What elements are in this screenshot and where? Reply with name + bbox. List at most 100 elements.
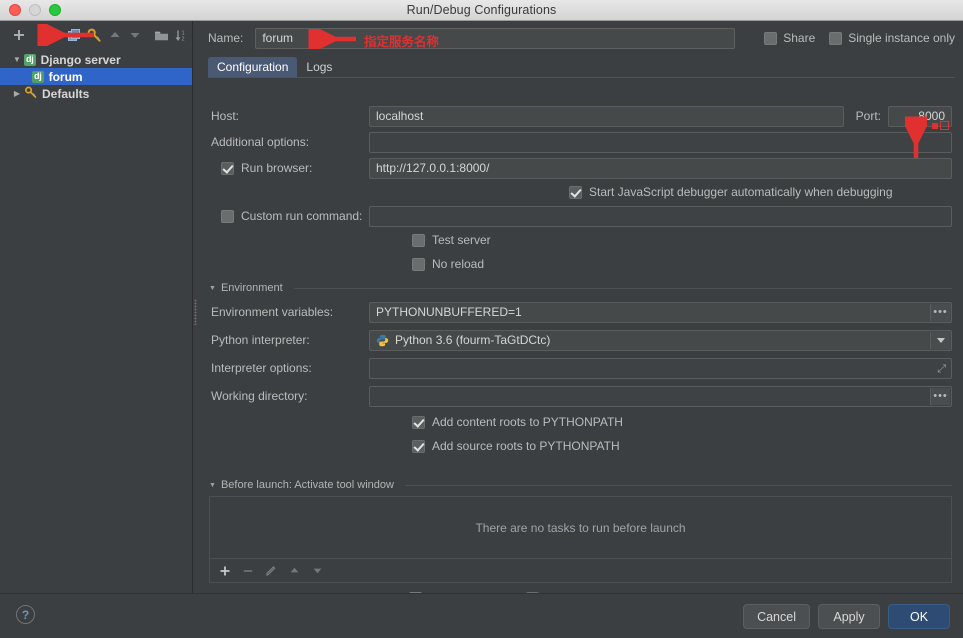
help-button[interactable]: ? — [16, 605, 35, 624]
tab-configuration[interactable]: Configuration — [208, 57, 297, 77]
section-divider — [405, 485, 952, 486]
checkbox-box[interactable] — [221, 162, 234, 175]
add-source-roots-checkbox[interactable]: Add source roots to PYTHONPATH — [412, 437, 620, 455]
working-directory-label: Working directory: — [211, 389, 369, 403]
checkbox-box[interactable] — [412, 416, 425, 429]
django-badge-icon: dj — [24, 54, 36, 66]
checkbox-box[interactable] — [412, 258, 425, 271]
no-reload-checkbox[interactable]: No reload — [412, 255, 484, 273]
name-label: Name: — [208, 31, 243, 45]
additional-options-row: Additional options: — [211, 131, 952, 153]
collapse-icon[interactable]: ▼ — [209, 482, 216, 489]
before-launch-task-list[interactable]: There are no tasks to run before launch — [209, 496, 952, 559]
ok-button[interactable]: OK — [888, 604, 950, 629]
environment-section-header[interactable]: ▼ Environment — [209, 281, 952, 295]
move-down-button[interactable] — [125, 24, 145, 46]
custom-run-command-label: Custom run command: — [241, 209, 362, 223]
remove-task-button[interactable] — [239, 562, 257, 580]
tree-item-defaults[interactable]: ▶ Defaults — [0, 85, 192, 102]
run-browser-checkbox[interactable]: Run browser: — [211, 161, 369, 175]
before-launch-section-header[interactable]: ▼ Before launch: Activate tool window — [209, 478, 952, 492]
additional-options-label: Additional options: — [211, 135, 369, 149]
dialog-body: 1 2 ▼ dj Django server dj forum — [0, 21, 963, 638]
host-label: Host: — [211, 109, 369, 123]
working-directory-input[interactable]: ••• — [369, 386, 952, 407]
checkbox-box[interactable] — [829, 32, 842, 45]
environment-variables-browse-button[interactable]: ••• — [930, 304, 950, 321]
custom-run-command-checkbox[interactable]: Custom run command: — [211, 209, 369, 223]
custom-run-command-input[interactable] — [369, 206, 952, 227]
splitter-grip[interactable] — [194, 299, 197, 325]
tree-item-django-server[interactable]: ▼ dj Django server — [0, 51, 192, 68]
svg-text:2: 2 — [181, 36, 184, 41]
no-reload-label: No reload — [432, 257, 484, 271]
checkbox-box[interactable] — [412, 440, 425, 453]
tree-item-forum[interactable]: dj forum — [0, 68, 192, 85]
editor-tabs[interactable]: Configuration Logs — [208, 55, 955, 77]
run-browser-label: Run browser: — [241, 161, 312, 175]
share-label: Share — [783, 31, 815, 45]
single-instance-only-label: Single instance only — [848, 31, 955, 45]
expand-editor-icon[interactable]: ⤢ — [937, 363, 946, 376]
checkbox-box[interactable] — [569, 186, 582, 199]
new-folder-button[interactable] — [151, 24, 171, 46]
move-up-button[interactable] — [105, 24, 125, 46]
annotation-mark-filled — [932, 123, 938, 129]
apply-button[interactable]: Apply — [818, 604, 880, 629]
move-task-up-button[interactable] — [285, 562, 303, 580]
test-server-checkbox[interactable]: Test server — [412, 231, 491, 249]
collapse-icon[interactable]: ▼ — [209, 285, 216, 292]
tree-item-label: Defaults — [42, 87, 89, 101]
start-js-debugger-checkbox[interactable]: Start JavaScript debugger automatically … — [569, 183, 893, 201]
host-input[interactable]: localhost — [369, 106, 844, 127]
checkbox-box[interactable] — [764, 32, 777, 45]
edit-templates-wrench-icon[interactable] — [85, 24, 105, 46]
python-interpreter-row: Python interpreter: Python 3.6 (fourm-Ta… — [211, 329, 952, 351]
add-content-roots-label: Add content roots to PYTHONPATH — [432, 415, 623, 429]
edit-task-pencil-icon[interactable] — [262, 562, 280, 580]
tab-logs[interactable]: Logs — [297, 57, 341, 77]
interpreter-options-label: Interpreter options: — [211, 361, 369, 375]
section-divider — [294, 288, 952, 289]
additional-options-input[interactable] — [369, 132, 952, 153]
configurations-panel: 1 2 ▼ dj Django server dj forum — [0, 21, 193, 593]
share-checkbox[interactable]: Share — [764, 31, 815, 45]
checkbox-box[interactable] — [412, 234, 425, 247]
port-label: Port: — [856, 109, 881, 123]
configurations-toolbar[interactable]: 1 2 — [0, 21, 192, 49]
name-row-options: Share Single instance only — [764, 27, 955, 49]
python-interpreter-combobox[interactable]: Python 3.6 (fourm-TaGtDCtc) — [369, 330, 952, 351]
python-interpreter-label: Python interpreter: — [211, 333, 369, 347]
configurations-tree[interactable]: ▼ dj Django server dj forum ▶ Defa — [0, 49, 192, 593]
dialog-footer: ? Cancel Apply OK — [0, 593, 963, 638]
expander-icon[interactable]: ▶ — [10, 89, 24, 98]
django-badge-icon: dj — [32, 71, 44, 83]
configuration-editor-panel: Name: forum Share Single instance only C… — [199, 21, 963, 593]
interpreter-options-input[interactable]: ⤢ — [369, 358, 952, 379]
python-interpreter-value: Python 3.6 (fourm-TaGtDCtc) — [395, 333, 550, 347]
chevron-down-icon[interactable] — [930, 332, 950, 349]
single-instance-only-checkbox[interactable]: Single instance only — [829, 31, 955, 45]
test-server-label: Test server — [432, 233, 491, 247]
window-title: Run/Debug Configurations — [0, 3, 963, 17]
move-task-down-button[interactable] — [308, 562, 326, 580]
before-launch-toolbar[interactable] — [209, 559, 952, 583]
checkbox-box[interactable] — [221, 210, 234, 223]
working-directory-browse-button[interactable]: ••• — [930, 388, 950, 405]
toolbar-gap — [29, 24, 64, 46]
add-task-button[interactable] — [216, 562, 234, 580]
sort-configurations-button[interactable]: 1 2 — [172, 24, 192, 46]
environment-section-label: Environment — [221, 282, 283, 294]
environment-variables-label: Environment variables: — [211, 305, 369, 319]
add-content-roots-checkbox[interactable]: Add content roots to PYTHONPATH — [412, 413, 623, 431]
copy-configuration-button[interactable] — [64, 24, 84, 46]
annotation-mark-outline — [940, 121, 949, 130]
add-configuration-button[interactable] — [9, 24, 29, 46]
before-launch-section-label: Before launch: Activate tool window — [221, 479, 394, 491]
cancel-button[interactable]: Cancel — [743, 604, 810, 629]
run-browser-url-input[interactable]: http://127.0.0.1:8000/ — [369, 158, 952, 179]
expander-icon[interactable]: ▼ — [10, 55, 24, 64]
name-input[interactable]: forum — [255, 28, 735, 49]
environment-variables-input[interactable]: PYTHONUNBUFFERED=1 ••• — [369, 302, 952, 323]
run-browser-row: Run browser: http://127.0.0.1:8000/ — [211, 157, 952, 179]
